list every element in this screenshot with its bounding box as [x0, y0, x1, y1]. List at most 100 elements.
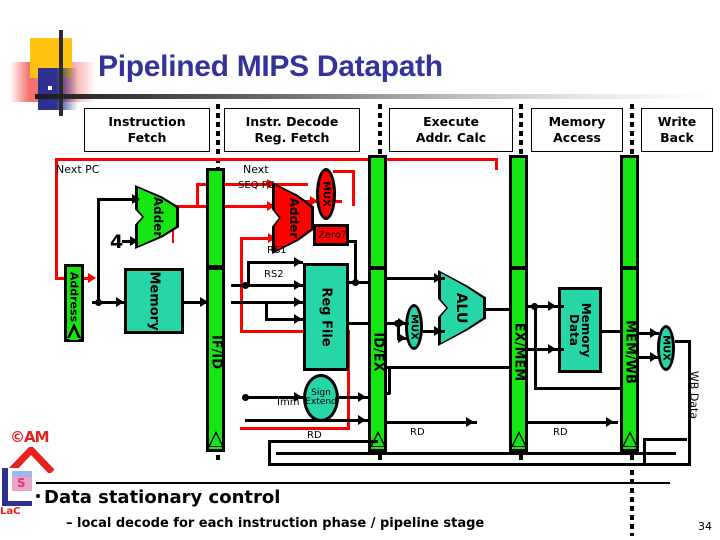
- body-bullet-primary: Data stationary control: [44, 487, 281, 508]
- label-rs1: RS1: [267, 245, 287, 256]
- mux-writeback: MUX: [657, 325, 675, 371]
- label-next-pc: Next PC: [56, 163, 100, 176]
- bullet-dot: [36, 494, 40, 498]
- pipeline-register-mem-wb-label: MEM/WB: [622, 320, 637, 385]
- arrow-idex-imm: [358, 392, 366, 402]
- wire-rd-to-idex: [245, 419, 369, 422]
- red-wire-rd-loop-low: [240, 427, 350, 430]
- arrow-rs1-in: [294, 257, 302, 267]
- mux-branch-label: MUX: [320, 181, 332, 207]
- label-rd-mem: RD: [553, 427, 568, 438]
- pipeline-register-id-ex-label: ID/EX: [370, 332, 385, 372]
- arrow-rd-mem: [606, 417, 614, 427]
- red-wire-nextpc-top: [55, 158, 495, 161]
- wire-wb-rd-right: [643, 438, 687, 441]
- stage-header-write-back: Write Back: [641, 108, 713, 152]
- stage-label-line2: Back: [660, 130, 694, 145]
- label-rd-ex: RD: [410, 427, 425, 438]
- page-number: 34: [698, 520, 712, 533]
- adder-if: Adder: [135, 185, 179, 249]
- address-register: Address: [64, 264, 84, 342]
- alu-block: ALU: [438, 270, 486, 346]
- data-memory-block: Data Memory: [558, 287, 602, 373]
- pipeline-register-id-ex: ID/EX: [368, 267, 387, 452]
- pipeline-register-if-id-label: IF/ID: [208, 335, 223, 370]
- mux-writeback-label: MUX: [660, 335, 672, 361]
- pipeline-register-if-id: IF/ID: [206, 267, 225, 452]
- wire-wb-feedback-bottom: [268, 463, 691, 466]
- adder-id-label: Adder: [286, 197, 301, 239]
- arrow-regfile-in-low: [294, 314, 302, 324]
- arrow-signext-in: [294, 392, 302, 402]
- label-rs2: RS2: [264, 269, 284, 280]
- label-next: Next: [243, 163, 269, 176]
- register-file-block: Reg File: [303, 263, 349, 371]
- title-underline-rule: [35, 94, 715, 99]
- wire-wb-feedback-up: [268, 440, 271, 466]
- zero-detect-block: Zero?: [313, 224, 349, 246]
- red-wire-mux-out-top: [333, 170, 355, 173]
- logo-caption: LaC: [0, 506, 21, 517]
- exmem-top-stub: [509, 155, 528, 269]
- instruction-memory-label: Memory: [146, 271, 162, 331]
- stage-label-line1: Memory: [548, 114, 606, 130]
- wire-wbmux-out: [675, 340, 691, 343]
- wire-regfile-out-b: [349, 322, 369, 325]
- wire-exmem-bypass-h: [534, 387, 622, 390]
- logo-book-icon: S: [2, 468, 32, 506]
- arrow-regfile-in-mid: [294, 297, 302, 307]
- decoration-vertical-line: [59, 30, 63, 116]
- stage-label-line2: Addr. Calc: [415, 130, 487, 145]
- pipeline-register-ex-mem: EX/MEM: [509, 267, 528, 452]
- mux-alu-operand: MUX: [405, 304, 423, 350]
- arrow-dmem-data: [548, 344, 556, 354]
- arrow-rd-ex: [466, 417, 474, 427]
- arrow-memory-in: [116, 297, 124, 307]
- wire-wb-rd-down: [643, 438, 646, 464]
- alu-label: ALU: [453, 292, 470, 324]
- red-wire-nextpc-left: [55, 158, 58, 280]
- stage-label-line2: Fetch: [127, 130, 167, 145]
- adder-id-branch: Adder: [272, 182, 314, 254]
- arrow-alu-in-b: [434, 326, 442, 336]
- wire-dmem-out: [602, 330, 622, 333]
- arrow-alu-in-a: [434, 273, 442, 283]
- wire-rd-mem: [528, 421, 618, 424]
- junction-rs2: [242, 282, 249, 289]
- register-file-label: Reg File: [318, 287, 334, 347]
- pipeline-register-ex-mem-label: EX/MEM: [511, 323, 526, 382]
- stage-header-instr-decode: Instr. Decode Reg. Fetch: [224, 108, 360, 152]
- red-wire-branch-down: [495, 158, 498, 170]
- wire-wb-feedback-bottom2: [276, 452, 676, 455]
- data-memory-line2: Memory: [579, 302, 594, 358]
- mux-alu-label: MUX: [408, 314, 420, 340]
- instruction-memory-block: Memory: [124, 268, 184, 334]
- mux-branch: MUX: [316, 168, 336, 220]
- adder-if-label: Adder: [150, 196, 165, 238]
- address-register-label: Address: [67, 272, 81, 323]
- wire-exmem-bypass-v: [534, 305, 537, 389]
- sign-extend-oval: Sign Extend: [303, 374, 339, 422]
- wire-idex-store-data: [387, 366, 511, 369]
- arrow-idex-rd: [358, 415, 366, 425]
- arrow-rs2-in: [294, 280, 302, 290]
- wire-alu-out: [486, 308, 510, 311]
- red-wire-next-v: [196, 183, 199, 207]
- stage-label-line1: Write: [657, 114, 697, 130]
- wire-regfile-to-zero-v: [354, 240, 357, 282]
- wire-wb-feedback-to-regfile: [268, 440, 378, 443]
- arrow-wbmux-in-b: [650, 352, 658, 362]
- decoration-dot: [48, 86, 52, 90]
- stage-label-line2: Access: [553, 130, 601, 145]
- wire-wb-feedback-right: [688, 340, 691, 466]
- arrow-dmem-addr: [548, 301, 556, 311]
- pipeline-register-mem-wb: MEM/WB: [620, 267, 639, 452]
- memwb-top-stub: [620, 155, 639, 269]
- arrow-mux-in-b: [398, 333, 406, 343]
- label-seq-pc: SEQ PC: [238, 180, 275, 191]
- idex-top-stub: [368, 155, 387, 269]
- wire-exmem-to-dmem-data: [528, 348, 564, 351]
- logo-mark-text: ©AM: [10, 428, 50, 446]
- wire-idex-imm-v: [388, 366, 391, 394]
- page-title: Pipelined MIPS Datapath: [98, 50, 443, 83]
